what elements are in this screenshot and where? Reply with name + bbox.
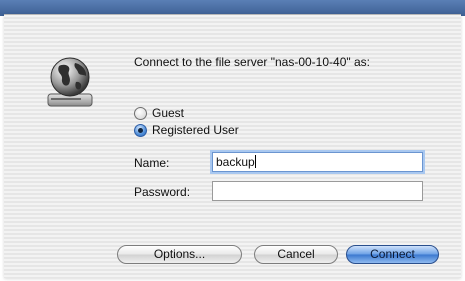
- text-caret: [254, 155, 256, 168]
- registered-user-radio-button[interactable]: [134, 123, 147, 137]
- password-label: Password:: [134, 185, 191, 199]
- password-field[interactable]: [212, 181, 423, 201]
- guest-radio-label[interactable]: Guest: [152, 106, 184, 120]
- guest-radio[interactable]: Guest: [134, 106, 184, 120]
- cancel-button[interactable]: Cancel: [254, 245, 338, 264]
- options-button[interactable]: Options...: [117, 245, 242, 264]
- guest-radio-button[interactable]: [134, 106, 147, 120]
- connect-button[interactable]: Connect: [346, 245, 439, 264]
- name-field-value[interactable]: backup: [216, 155, 255, 169]
- name-label: Name:: [134, 156, 170, 170]
- registered-user-radio[interactable]: Registered User: [134, 123, 239, 137]
- connect-prompt: Connect to the file server "nas-00-10-40…: [134, 55, 370, 69]
- registered-user-radio-label[interactable]: Registered User: [152, 123, 239, 137]
- globe-server-icon: [47, 57, 93, 107]
- name-field[interactable]: backup: [212, 152, 423, 172]
